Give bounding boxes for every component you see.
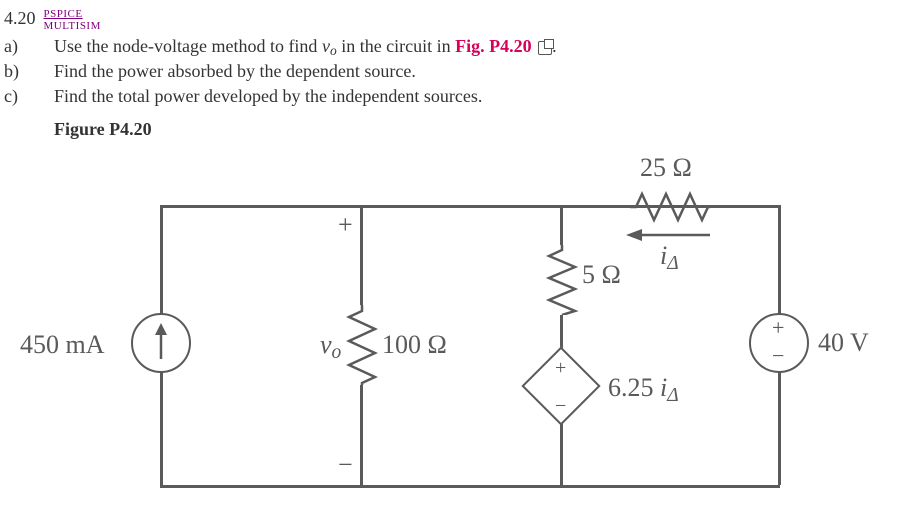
vo-minus: − [338,450,353,480]
resistor-25 [630,190,710,224]
vdep-value: 6.25 iΔ [608,373,679,403]
vdep-plus: + [555,357,566,380]
question-b: b) Find the power absorbed by the depend… [4,61,904,82]
wire-dep-bottom [560,423,563,485]
question-list: a) Use the node-voltage method to find v… [0,34,908,115]
wire-vsrc-bottom [778,371,781,485]
multisim-label: MULTISIM [44,20,101,32]
popup-icon[interactable] [538,41,552,55]
wire-bottom [160,485,780,488]
vdep-minus: − [555,395,566,418]
q-b-text: Find the power absorbed by the dependent… [54,61,416,82]
q-a-label: a) [4,36,54,57]
wire-r100-top [360,205,363,305]
wire-r100-bottom [360,385,363,485]
question-c: c) Find the total power developed by the… [4,86,904,107]
resistor-100 [345,305,379,385]
r5-value: 5 Ω [582,260,621,290]
vsrc-plus: + [772,315,784,341]
idelta-label: iΔ [660,241,679,271]
problem-number: 4.20 [4,8,36,29]
current-source [131,313,191,373]
q-a-text: Use the node-voltage method to find vo i… [54,36,557,57]
isrc-value: 450 mA [20,330,105,360]
wire-vsrc-top [778,205,781,315]
r100-value: 100 Ω [382,330,447,360]
q-b-label: b) [4,61,54,82]
question-a: a) Use the node-voltage method to find v… [4,36,904,57]
circuit-diagram: 450 mA 100 Ω + vo − 5 Ω + − 6.25 iΔ 25 Ω… [60,145,860,515]
figure-link[interactable]: Fig. P4.20 [455,36,532,56]
vsrc-minus: − [772,343,784,369]
q-c-text: Find the total power developed by the in… [54,86,482,107]
pspice-label: PSPICE [44,8,101,20]
vo-plus: + [338,210,353,240]
r25-value: 25 Ω [640,153,692,183]
vsrc-value: 40 V [818,328,869,358]
wire-r5-top [560,205,563,245]
wire-r25-right [710,205,780,208]
q-c-label: c) [4,86,54,107]
wire-isrc-top [160,205,163,315]
resistor-5 [545,245,579,315]
vo-label: vo [320,330,341,360]
figure-title: Figure P4.20 [0,119,908,140]
sim-labels: PSPICE MULTISIM [44,8,101,32]
wire-isrc-bottom [160,370,163,485]
wire-r25-left [560,205,630,208]
